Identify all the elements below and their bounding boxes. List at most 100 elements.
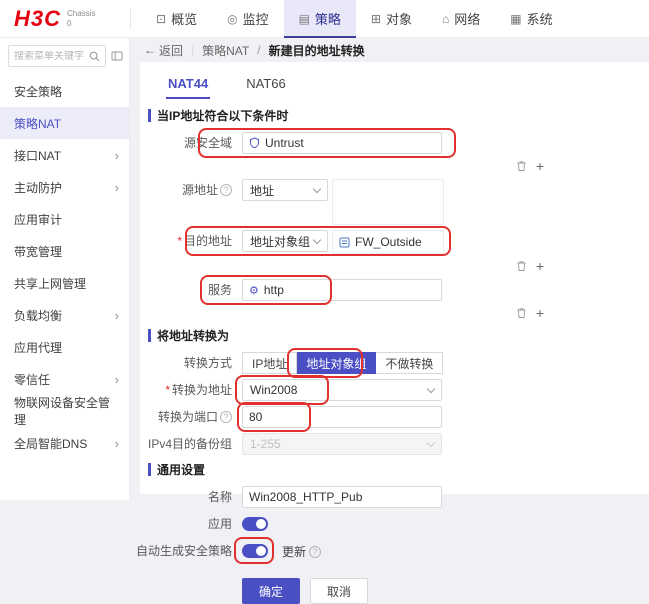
source-zone-field[interactable]: Untrust [242, 132, 442, 154]
sidebar-search-row [0, 38, 129, 73]
chevron-down-icon [427, 438, 435, 446]
auto-policy-toggle[interactable] [242, 544, 268, 558]
monitor-icon: ◎ [227, 12, 237, 26]
nav-network[interactable]: ⌂ 网络 [427, 0, 495, 38]
help-icon[interactable]: ? [220, 411, 232, 423]
overview-icon: ⊡ [156, 12, 166, 26]
row-name: 名称 [146, 486, 649, 508]
header-divider [130, 9, 131, 29]
page-title: 新建目的地址转换 [269, 42, 365, 59]
nav-policy[interactable]: ▤ 策略 [284, 0, 356, 38]
tab-nat66[interactable]: NAT66 [244, 70, 288, 99]
nav-overview[interactable]: ⊡ 概览 [141, 0, 212, 38]
translate-port-field[interactable]: 80 [242, 406, 442, 428]
main-area: ← 返回 | 策略NAT / 新建目的地址转换 NAT44 NAT66 当IP地… [130, 38, 649, 500]
system-icon: ▦ [510, 12, 521, 26]
service-field[interactable]: ⚙ http [242, 279, 442, 301]
sidebar-item-shared-internet[interactable]: 共享上网管理 [0, 267, 129, 299]
sidebar-item-active-protection[interactable]: 主动防护 › [0, 171, 129, 203]
delete-icon[interactable] [516, 160, 527, 172]
source-zone-value: Untrust [265, 136, 304, 150]
translate-port-value: 80 [249, 410, 262, 424]
method-address-group[interactable]: 地址对象组 [297, 352, 376, 374]
chevron-right-icon: › [115, 180, 119, 195]
add-icon[interactable]: + [536, 159, 544, 173]
section-translate: 将地址转换为 [148, 327, 649, 344]
section-bar [148, 109, 151, 122]
delete-icon[interactable] [516, 260, 527, 272]
sidebar: 安全策略 策略NAT 接口NAT › 主动防护 › 应用审计 带宽管理 共享上网… [0, 38, 130, 500]
row-source-zone: 源安全域 Untrust [146, 132, 649, 154]
add-icon[interactable]: + [536, 306, 544, 320]
source-zone-actions: + [242, 158, 544, 174]
delete-icon[interactable] [516, 307, 527, 319]
help-icon[interactable]: ? [220, 184, 232, 196]
sidebar-item-iot-security[interactable]: 物联网设备安全管理 [0, 395, 129, 427]
search-icon [89, 51, 100, 62]
enable-toggle[interactable] [242, 517, 268, 531]
app-header: H3C Chassis 0 ⊡ 概览 ◎ 监控 ▤ 策略 ⊞ 对象 ⌂ 网络 ▦… [0, 0, 649, 38]
name-field[interactable] [242, 486, 442, 508]
source-address-type-select[interactable]: 地址 [242, 179, 328, 201]
sidebar-item-global-dns[interactable]: 全局智能DNS › [0, 427, 129, 459]
required-mark: * [177, 230, 182, 252]
row-auto-policy: 自动生成安全策略 更新 ? [146, 540, 649, 562]
sidebar-search[interactable] [8, 45, 106, 67]
breadcrumb-slash: / [257, 43, 260, 57]
sidebar-menu: 安全策略 策略NAT 接口NAT › 主动防护 › 应用审计 带宽管理 共享上网… [0, 75, 129, 459]
sidebar-item-bandwidth[interactable]: 带宽管理 [0, 235, 129, 267]
backup-group-select: 1-255 [242, 433, 442, 455]
back-arrow-icon: ← [144, 43, 156, 57]
tab-nat44[interactable]: NAT44 [166, 70, 210, 99]
h3c-logo: H3C [14, 6, 61, 32]
breadcrumb: ← 返回 | 策略NAT / 新建目的地址转换 [130, 38, 649, 62]
translate-method-group: IP地址 地址对象组 不做转换 [242, 352, 443, 374]
network-icon: ⌂ [442, 12, 449, 26]
chevron-right-icon: › [115, 308, 119, 323]
section-general: 通用设置 [148, 461, 649, 478]
name-input[interactable] [249, 490, 435, 504]
service-icon: ⚙ [249, 284, 259, 297]
help-icon[interactable]: ? [309, 546, 321, 558]
collapse-sidebar-icon[interactable] [111, 50, 123, 62]
destination-address-value[interactable]: FW_Outside [332, 230, 444, 254]
row-translate-address: * 转换为地址 Win2008 [146, 379, 649, 401]
breadcrumb-divider: | [191, 43, 194, 57]
add-icon[interactable]: + [536, 259, 544, 273]
service-actions: + [242, 305, 544, 321]
method-ip-address[interactable]: IP地址 [242, 352, 297, 374]
section-match-conditions: 当IP地址符合以下条件时 [148, 107, 649, 124]
form-card: NAT44 NAT66 当IP地址符合以下条件时 源安全域 Untrust + [140, 62, 649, 494]
nav-system[interactable]: ▦ 系统 [495, 0, 567, 38]
section-bar [148, 329, 151, 342]
translate-address-select[interactable]: Win2008 [242, 379, 442, 401]
brand-area: H3C Chassis 0 [0, 6, 130, 32]
sidebar-item-policy-nat[interactable]: 策略NAT [0, 107, 129, 139]
source-address-list[interactable] [332, 179, 444, 225]
cancel-button[interactable]: 取消 [310, 578, 368, 604]
back-button[interactable]: ← 返回 [144, 42, 183, 59]
sidebar-item-load-balance[interactable]: 负载均衡 › [0, 299, 129, 331]
method-no-translate[interactable]: 不做转换 [376, 352, 443, 374]
form-footer: 确定 取消 [242, 578, 649, 604]
row-source-address: 源地址 ? 地址 [146, 179, 649, 225]
sidebar-item-interface-nat[interactable]: 接口NAT › [0, 139, 129, 171]
nav-monitor[interactable]: ◎ 监控 [212, 0, 284, 38]
breadcrumb-parent[interactable]: 策略NAT [202, 42, 249, 59]
section-bar [148, 463, 151, 476]
destination-actions: + [242, 258, 544, 274]
search-input[interactable] [14, 51, 89, 62]
sidebar-item-app-proxy[interactable]: 应用代理 [0, 331, 129, 363]
destination-address-type-select[interactable]: 地址对象组 [242, 230, 328, 252]
sidebar-item-security-policy[interactable]: 安全策略 [0, 75, 129, 107]
nav-object[interactable]: ⊞ 对象 [356, 0, 427, 38]
sidebar-item-zero-trust[interactable]: 零信任 › [0, 363, 129, 395]
service-value: http [264, 283, 284, 297]
ok-button[interactable]: 确定 [242, 578, 300, 604]
chevron-down-icon [313, 235, 321, 243]
nat-tabs: NAT44 NAT66 [146, 70, 649, 99]
sidebar-item-app-audit[interactable]: 应用审计 [0, 203, 129, 235]
chevron-right-icon: › [115, 436, 119, 451]
address-group-icon [339, 237, 350, 248]
row-translate-method: 转换方式 IP地址 地址对象组 不做转换 [146, 352, 649, 374]
